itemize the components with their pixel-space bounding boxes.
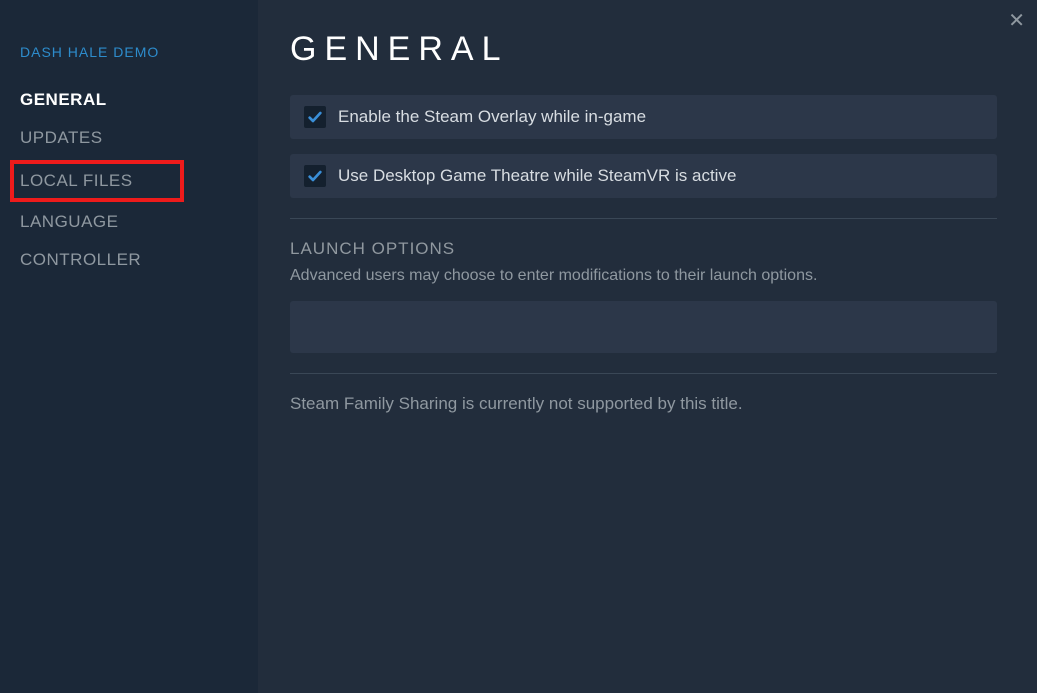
page-title: GENERAL [290, 30, 997, 69]
content-panel: ✕ GENERAL Enable the Steam Overlay while… [258, 0, 1037, 693]
option-desktop-theatre[interactable]: Use Desktop Game Theatre while SteamVR i… [290, 154, 997, 198]
option-steam-overlay[interactable]: Enable the Steam Overlay while in-game [290, 95, 997, 139]
game-title: DASH HALE DEMO [20, 44, 258, 60]
nav-controller[interactable]: CONTROLLER [20, 250, 258, 270]
option-label: Use Desktop Game Theatre while SteamVR i… [338, 166, 736, 186]
divider [290, 373, 997, 374]
checkbox-icon [304, 106, 326, 128]
nav-general[interactable]: GENERAL [20, 90, 258, 110]
nav-language[interactable]: LANGUAGE [20, 212, 258, 232]
close-icon: ✕ [1008, 10, 1025, 32]
nav-updates[interactable]: UPDATES [20, 128, 258, 148]
option-label: Enable the Steam Overlay while in-game [338, 107, 646, 127]
sidebar: DASH HALE DEMO GENERAL UPDATES LOCAL FIL… [0, 0, 258, 693]
divider [290, 218, 997, 219]
launch-options-heading: LAUNCH OPTIONS [290, 239, 997, 259]
nav-local-files[interactable]: LOCAL FILES [10, 160, 184, 202]
close-button[interactable]: ✕ [1008, 8, 1025, 33]
launch-options-input[interactable] [290, 301, 997, 353]
family-sharing-note: Steam Family Sharing is currently not su… [290, 394, 997, 414]
checkbox-icon [304, 165, 326, 187]
launch-options-description: Advanced users may choose to enter modif… [290, 267, 997, 285]
